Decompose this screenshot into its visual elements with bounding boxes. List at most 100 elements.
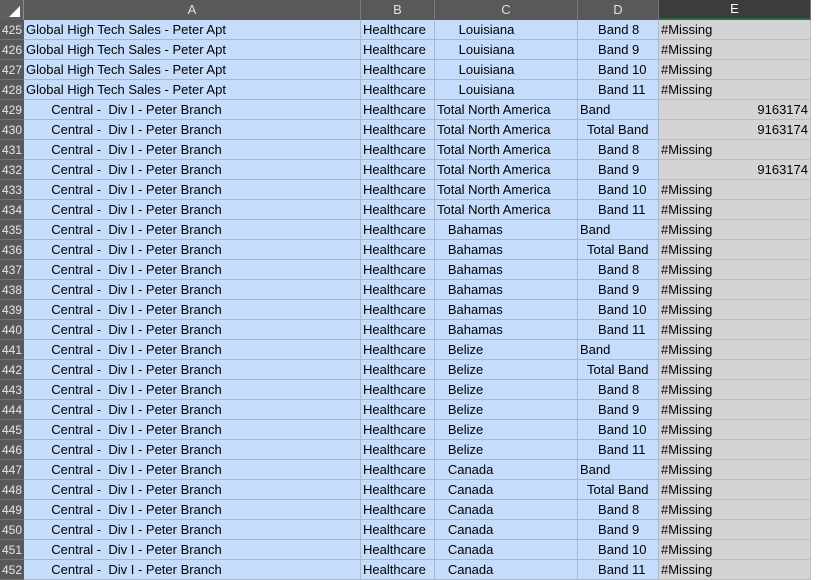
row-header[interactable]: 438	[0, 280, 24, 300]
cell-c[interactable]: Louisiana	[435, 40, 578, 60]
cell-c[interactable]: Canada	[435, 500, 578, 520]
cell-a[interactable]: Central - Div I - Peter Branch	[24, 380, 361, 400]
row-header[interactable]: 436	[0, 240, 24, 260]
cell-c[interactable]: Belize	[435, 340, 578, 360]
column-header-e[interactable]: E	[659, 0, 811, 20]
cell-d[interactable]: Band 8	[578, 20, 659, 40]
cell-e[interactable]: #Missing	[659, 460, 811, 480]
row-header[interactable]: 429	[0, 100, 24, 120]
cell-a[interactable]: Central - Div I - Peter Branch	[24, 480, 361, 500]
cell-e[interactable]: #Missing	[659, 300, 811, 320]
cell-b[interactable]: Healthcare	[361, 180, 435, 200]
cell-a[interactable]: Central - Div I - Peter Branch	[24, 140, 361, 160]
row-header[interactable]: 452	[0, 560, 24, 580]
cell-a[interactable]: Central - Div I - Peter Branch	[24, 120, 361, 140]
cell-d[interactable]: Band 11	[578, 440, 659, 460]
cell-d[interactable]: Total Band	[578, 360, 659, 380]
cell-a[interactable]: Central - Div I - Peter Branch	[24, 520, 361, 540]
cell-d[interactable]: Band 11	[578, 560, 659, 580]
cell-d[interactable]: Band 9	[578, 400, 659, 420]
cell-c[interactable]: Louisiana	[435, 60, 578, 80]
column-header-c[interactable]: C	[435, 0, 578, 20]
cell-d[interactable]: Band 10	[578, 540, 659, 560]
cell-c[interactable]: Bahamas	[435, 260, 578, 280]
cell-e[interactable]: #Missing	[659, 280, 811, 300]
cell-d[interactable]: Total Band	[578, 480, 659, 500]
cell-d[interactable]: Total Band	[578, 120, 659, 140]
cell-e[interactable]: #Missing	[659, 320, 811, 340]
cell-d[interactable]: Band 9	[578, 40, 659, 60]
row-header[interactable]: 427	[0, 60, 24, 80]
row-header[interactable]: 451	[0, 540, 24, 560]
cell-a[interactable]: Central - Div I - Peter Branch	[24, 100, 361, 120]
cell-b[interactable]: Healthcare	[361, 400, 435, 420]
row-header[interactable]: 433	[0, 180, 24, 200]
cell-c[interactable]: Canada	[435, 480, 578, 500]
cell-c[interactable]: Belize	[435, 420, 578, 440]
cell-d[interactable]: Band 10	[578, 300, 659, 320]
cell-a[interactable]: Central - Div I - Peter Branch	[24, 240, 361, 260]
cell-e[interactable]: #Missing	[659, 180, 811, 200]
column-header-d[interactable]: D	[578, 0, 659, 20]
row-header[interactable]: 448	[0, 480, 24, 500]
column-header-a[interactable]: A	[24, 0, 361, 20]
cell-d[interactable]: Band 10	[578, 180, 659, 200]
cell-b[interactable]: Healthcare	[361, 220, 435, 240]
cell-e[interactable]: #Missing	[659, 220, 811, 240]
cell-b[interactable]: Healthcare	[361, 480, 435, 500]
row-header[interactable]: 449	[0, 500, 24, 520]
row-header[interactable]: 430	[0, 120, 24, 140]
cell-b[interactable]: Healthcare	[361, 460, 435, 480]
cell-b[interactable]: Healthcare	[361, 540, 435, 560]
cell-d[interactable]: Band 8	[578, 140, 659, 160]
cell-b[interactable]: Healthcare	[361, 20, 435, 40]
cell-d[interactable]: Band 11	[578, 80, 659, 100]
cell-b[interactable]: Healthcare	[361, 360, 435, 380]
cell-b[interactable]: Healthcare	[361, 40, 435, 60]
row-header[interactable]: 426	[0, 40, 24, 60]
cell-c[interactable]: Bahamas	[435, 320, 578, 340]
cell-d[interactable]: Band 10	[578, 60, 659, 80]
row-header[interactable]: 444	[0, 400, 24, 420]
cell-a[interactable]: Central - Div I - Peter Branch	[24, 500, 361, 520]
cell-e[interactable]: #Missing	[659, 80, 811, 100]
column-header-b[interactable]: B	[361, 0, 435, 20]
cell-d[interactable]: Band 8	[578, 500, 659, 520]
cell-a[interactable]: Central - Div I - Peter Branch	[24, 160, 361, 180]
cell-c[interactable]: Bahamas	[435, 220, 578, 240]
cell-d[interactable]: Band 8	[578, 260, 659, 280]
select-all-button[interactable]	[0, 0, 24, 20]
cell-e[interactable]: #Missing	[659, 540, 811, 560]
cell-e[interactable]: #Missing	[659, 480, 811, 500]
cell-c[interactable]: Bahamas	[435, 240, 578, 260]
cell-a[interactable]: Central - Div I - Peter Branch	[24, 200, 361, 220]
cell-c[interactable]: Total North America	[435, 140, 578, 160]
cell-c[interactable]: Canada	[435, 520, 578, 540]
cell-c[interactable]: Canada	[435, 560, 578, 580]
cell-b[interactable]: Healthcare	[361, 500, 435, 520]
cell-b[interactable]: Healthcare	[361, 80, 435, 100]
cell-a[interactable]: Central - Div I - Peter Branch	[24, 320, 361, 340]
cell-c[interactable]: Belize	[435, 440, 578, 460]
cell-d[interactable]: Band 11	[578, 200, 659, 220]
cell-e[interactable]: #Missing	[659, 440, 811, 460]
cell-b[interactable]: Healthcare	[361, 200, 435, 220]
cell-d[interactable]: Band	[578, 340, 659, 360]
cell-d[interactable]: Band 9	[578, 520, 659, 540]
cell-e[interactable]: #Missing	[659, 140, 811, 160]
cell-b[interactable]: Healthcare	[361, 340, 435, 360]
cell-d[interactable]: Total Band	[578, 240, 659, 260]
cell-a[interactable]: Central - Div I - Peter Branch	[24, 420, 361, 440]
cell-b[interactable]: Healthcare	[361, 140, 435, 160]
cell-a[interactable]: Central - Div I - Peter Branch	[24, 340, 361, 360]
cell-d[interactable]: Band	[578, 100, 659, 120]
cell-b[interactable]: Healthcare	[361, 260, 435, 280]
cell-c[interactable]: Louisiana	[435, 80, 578, 100]
cell-a[interactable]: Central - Div I - Peter Branch	[24, 540, 361, 560]
cell-e[interactable]: #Missing	[659, 60, 811, 80]
cell-d[interactable]: Band 9	[578, 280, 659, 300]
cell-e[interactable]: #Missing	[659, 40, 811, 60]
cell-b[interactable]: Healthcare	[361, 380, 435, 400]
cell-c[interactable]: Belize	[435, 360, 578, 380]
cell-b[interactable]: Healthcare	[361, 440, 435, 460]
